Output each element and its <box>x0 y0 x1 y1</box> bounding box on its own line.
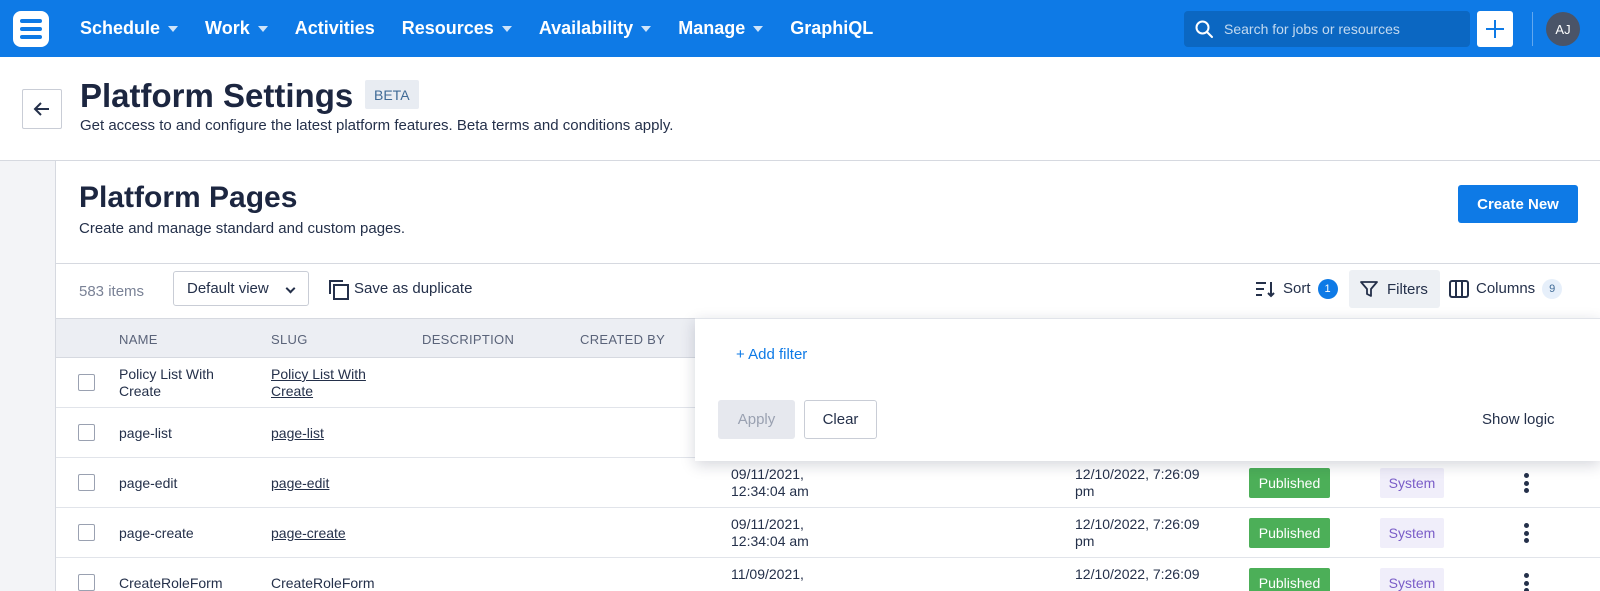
row-name: Policy List With Create <box>119 366 214 399</box>
nav-item-schedule[interactable]: Schedule <box>80 18 179 39</box>
add-filter-link[interactable]: + Add filter <box>736 346 807 363</box>
row-name: page-create <box>119 525 194 541</box>
row-slug-link[interactable]: page-list <box>271 425 324 442</box>
status-badge: Published <box>1249 568 1330 591</box>
show-logic-link[interactable]: Show logic <box>1482 411 1555 428</box>
row-checkbox[interactable] <box>78 574 95 591</box>
type-badge: System <box>1380 518 1444 548</box>
items-count: 583 items <box>79 283 145 300</box>
more-options-icon[interactable] <box>1523 573 1529 591</box>
row-checkbox[interactable] <box>78 524 95 541</box>
nav-item-label: Availability <box>538 18 634 38</box>
columns-label: Columns <box>1476 280 1536 297</box>
row-slug-link[interactable]: CreateRoleForm <box>271 575 374 591</box>
row-slug-link[interactable]: page-create <box>271 525 346 542</box>
column-header-created-by[interactable]: CREATED BY <box>580 332 665 347</box>
add-icon[interactable] <box>1477 11 1513 47</box>
view-select-value: Default view <box>187 280 269 297</box>
type-badge: System <box>1380 468 1444 498</box>
columns-button[interactable]: Columns 9 <box>1449 271 1563 306</box>
panel-subtitle: Create and manage standard and custom pa… <box>79 220 406 237</box>
table-toolbar: 583 items Default view Save as duplicate… <box>56 264 1600 318</box>
chevron-down-icon <box>285 283 296 294</box>
duplicate-icon <box>329 279 349 300</box>
caret-down-icon <box>501 25 512 32</box>
app-logo-icon[interactable] <box>13 11 49 47</box>
nav-item-label: Activities <box>294 18 375 38</box>
table-row[interactable]: CreateRoleForm CreateRoleForm 11/09/2021… <box>56 558 1600 591</box>
status-badge: Published <box>1249 518 1330 548</box>
caret-down-icon <box>168 25 179 32</box>
nav-menu: Schedule Work Activities Resources Avail… <box>80 0 900 57</box>
row-slug-link[interactable]: Policy List With Create <box>271 366 381 400</box>
sort-label: Sort <box>1283 280 1311 297</box>
duplicate-label: Save as duplicate <box>354 280 473 297</box>
nav-item-label: Work <box>205 18 250 38</box>
panel-title: Platform Pages <box>79 181 298 214</box>
column-header-name[interactable]: NAME <box>119 332 158 347</box>
more-options-icon[interactable] <box>1523 473 1529 493</box>
row-modified-date: 12/10/2022, 7:26:09 pm <box>1075 466 1200 499</box>
create-new-button[interactable]: Create New <box>1458 185 1578 223</box>
row-created-date: 09/11/2021, 12:34:04 am <box>731 516 809 549</box>
arrow-left-icon <box>33 102 49 116</box>
nav-item-activities[interactable]: Activities <box>295 18 375 39</box>
status-badge: Published <box>1249 468 1330 498</box>
column-header-slug[interactable]: SLUG <box>271 332 308 347</box>
nav-item-label: Manage <box>678 18 746 38</box>
nav-item-availability[interactable]: Availability <box>538 18 652 39</box>
nav-item-graphiql[interactable]: GraphiQL <box>790 18 873 39</box>
nav-item-label: Resources <box>401 18 494 38</box>
search-icon <box>1195 20 1213 38</box>
back-button[interactable] <box>22 89 62 129</box>
save-as-duplicate-button[interactable]: Save as duplicate <box>329 271 472 306</box>
row-modified-date: 12/10/2022, 7:26:09 <box>1075 566 1200 582</box>
apply-button[interactable]: Apply <box>718 400 795 439</box>
filter-icon <box>1360 281 1378 297</box>
nav-divider <box>1532 12 1533 46</box>
view-select[interactable]: Default view <box>173 271 309 306</box>
nav-item-label: GraphiQL <box>790 18 874 38</box>
row-name: page-edit <box>119 475 178 491</box>
global-search <box>1184 11 1470 47</box>
row-checkbox[interactable] <box>78 374 95 391</box>
caret-down-icon <box>641 25 652 32</box>
columns-icon <box>1449 279 1469 298</box>
table-row[interactable]: page-create page-create 09/11/2021, 12:3… <box>56 508 1600 558</box>
page-subtitle: Get access to and configure the latest p… <box>80 117 674 134</box>
top-nav: Schedule Work Activities Resources Avail… <box>0 0 1600 57</box>
filters-label: Filters <box>1387 280 1428 298</box>
nav-item-label: Schedule <box>80 18 161 38</box>
row-slug-link[interactable]: page-edit <box>271 475 329 492</box>
caret-down-icon <box>257 25 268 32</box>
row-checkbox[interactable] <box>78 424 95 441</box>
sort-button[interactable]: Sort 1 <box>1254 271 1338 306</box>
table-row[interactable]: page-edit page-edit 09/11/2021, 12:34:04… <box>56 458 1600 508</box>
row-created-date: 11/09/2021, <box>731 566 804 582</box>
row-name: page-list <box>119 425 172 441</box>
beta-badge: BETA <box>365 80 419 109</box>
more-options-icon[interactable] <box>1523 523 1529 543</box>
nav-item-manage[interactable]: Manage <box>678 18 764 39</box>
search-input[interactable] <box>1224 21 1464 37</box>
filters-button[interactable]: Filters <box>1349 270 1440 308</box>
page-header: Platform Settings BETA Get access to and… <box>0 57 1600 161</box>
type-badge: System <box>1380 568 1444 591</box>
avatar[interactable]: AJ <box>1546 12 1580 46</box>
nav-item-work[interactable]: Work <box>205 18 268 39</box>
sort-count-badge: 1 <box>1317 278 1338 299</box>
row-name: CreateRoleForm <box>119 575 223 591</box>
page-title: Platform Settings <box>80 77 354 114</box>
row-modified-date: 12/10/2022, 7:26:09 pm <box>1075 516 1200 549</box>
row-checkbox[interactable] <box>78 474 95 491</box>
sort-icon <box>1256 281 1275 297</box>
clear-button[interactable]: Clear <box>804 400 877 439</box>
columns-count-badge: 9 <box>1542 278 1563 299</box>
row-created-date: 09/11/2021, 12:34:04 am <box>731 466 809 499</box>
caret-down-icon <box>753 25 764 32</box>
column-header-description[interactable]: DESCRIPTION <box>422 332 514 347</box>
filter-popover: + Add filter Apply Clear Show logic <box>695 318 1600 461</box>
nav-item-resources[interactable]: Resources <box>402 18 512 39</box>
